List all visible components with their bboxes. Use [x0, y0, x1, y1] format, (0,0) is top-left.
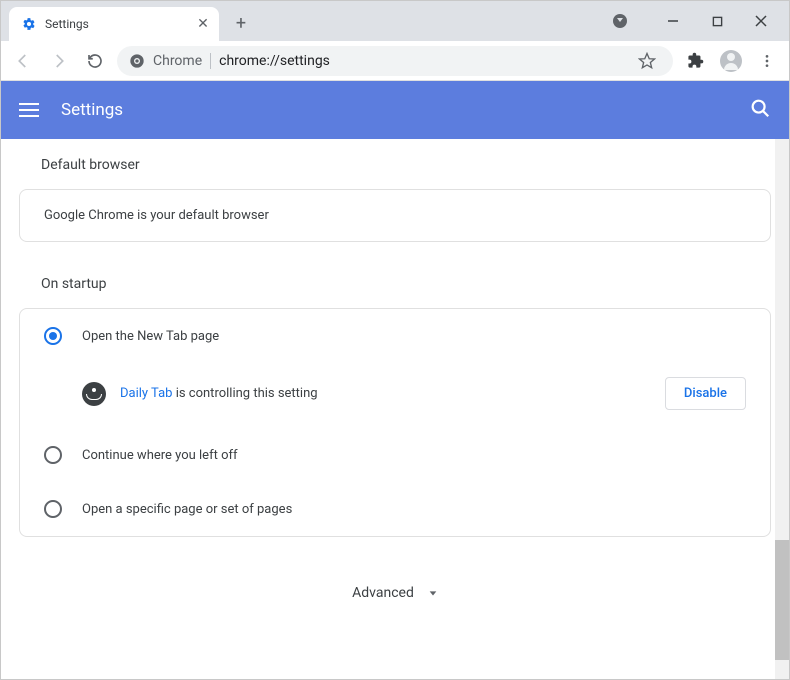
omnibox[interactable]: Chrome chrome://settings — [117, 46, 673, 76]
default-browser-message: Google Chrome is your default browser — [44, 208, 269, 223]
scrollbar-thumb[interactable] — [775, 540, 789, 660]
advanced-toggle[interactable]: Advanced — [19, 571, 771, 614]
radio-label: Continue where you left off — [82, 448, 238, 463]
radio-label: Open the New Tab page — [82, 329, 219, 344]
close-window-button[interactable] — [753, 13, 769, 29]
extension-controlled-notice: Daily Tab is controlling this setting Di… — [20, 363, 770, 428]
browser-toolbar: Chrome chrome://settings — [1, 41, 789, 81]
profile-avatar[interactable] — [717, 47, 745, 75]
settings-title: Settings — [61, 100, 727, 120]
radio-label: Open a specific page or set of pages — [82, 502, 292, 517]
close-tab-icon[interactable]: ✕ — [195, 16, 211, 32]
gear-icon — [21, 16, 37, 32]
extension-name-link[interactable]: Daily Tab — [120, 386, 172, 401]
minimize-button[interactable] — [665, 13, 681, 29]
titlebar: Settings ✕ + — [1, 1, 789, 41]
startup-option-new-tab[interactable]: Open the New Tab page — [20, 309, 770, 363]
chrome-icon — [129, 53, 145, 69]
on-startup-card: Open the New Tab page Daily Tab is contr… — [19, 308, 771, 537]
search-icon[interactable] — [749, 97, 771, 123]
advanced-label: Advanced — [352, 585, 414, 601]
reload-button[interactable] — [81, 47, 109, 75]
disable-button[interactable]: Disable — [665, 377, 746, 410]
back-button[interactable] — [9, 47, 37, 75]
omnibox-url: chrome://settings — [219, 53, 625, 69]
settings-header: Settings — [1, 81, 789, 139]
new-tab-button[interactable]: + — [227, 9, 255, 37]
startup-option-continue[interactable]: Continue where you left off — [20, 428, 770, 482]
hamburger-menu-icon[interactable] — [19, 99, 39, 121]
forward-button[interactable] — [45, 47, 73, 75]
tab-title: Settings — [45, 17, 195, 31]
controlled-suffix: is controlling this setting — [172, 386, 317, 401]
extensions-icon[interactable] — [681, 47, 709, 75]
omnibox-separator — [210, 53, 211, 69]
startup-option-specific-page[interactable]: Open a specific page or set of pages — [20, 482, 770, 536]
maximize-button[interactable] — [709, 13, 725, 29]
browser-tab[interactable]: Settings ✕ — [9, 7, 219, 41]
bookmark-star-icon[interactable] — [633, 47, 661, 75]
section-title-on-startup: On startup — [41, 276, 771, 292]
default-browser-card: Google Chrome is your default browser — [19, 189, 771, 242]
settings-content: Default browser Google Chrome is your de… — [1, 139, 789, 679]
chevron-down-icon — [428, 583, 438, 602]
omnibox-prefix: Chrome — [153, 53, 202, 69]
radio-icon — [44, 446, 62, 464]
menu-kebab-icon[interactable] — [753, 47, 781, 75]
section-title-default-browser: Default browser — [41, 157, 771, 173]
media-control-icon[interactable] — [613, 14, 627, 28]
radio-selected-icon — [44, 327, 62, 345]
radio-icon — [44, 500, 62, 518]
extension-app-icon — [82, 382, 106, 406]
